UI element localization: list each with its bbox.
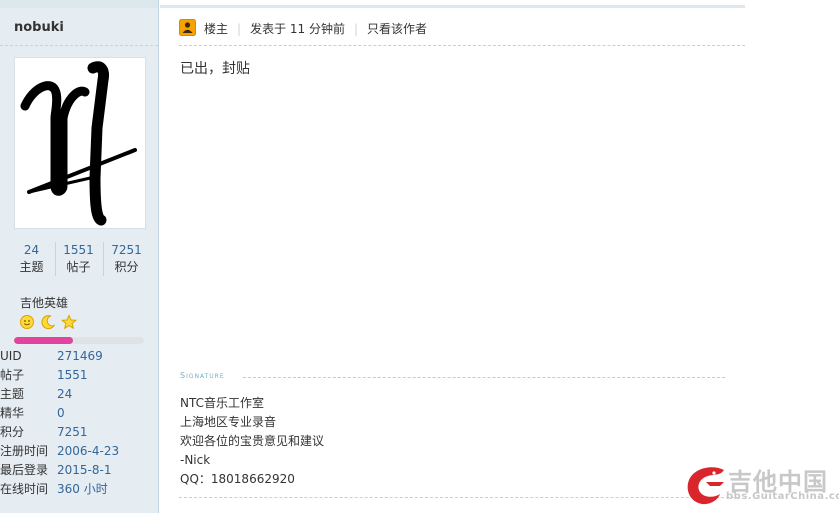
stat-label: 主题 bbox=[19, 260, 44, 274]
level-progress-fill bbox=[14, 337, 73, 344]
site-watermark: 吉他中国 bbs.GuitarChina.com bbox=[684, 462, 839, 506]
stat-threads[interactable]: 24 主题 bbox=[8, 242, 55, 276]
star-icon bbox=[60, 314, 77, 330]
profile-info-key: 在线时间 bbox=[0, 482, 49, 496]
user-stats: 24 主题 1551 帖子 7251 积分 bbox=[8, 242, 150, 276]
signature-line: 上海地区专业录音 bbox=[180, 415, 277, 429]
only-author-link[interactable]: 只看该作者 bbox=[367, 22, 427, 36]
stat-value: 7251 bbox=[111, 243, 142, 257]
profile-info-row: 主题 24 bbox=[0, 385, 158, 404]
post-header: 楼主 | 发表于 11 分钟前 | 只看该作者 bbox=[179, 18, 745, 40]
profile-info-row: 在线时间 360 小时 bbox=[0, 480, 158, 499]
watermark-url: bbs.GuitarChina.com bbox=[726, 491, 839, 502]
profile-info-key: 积分 bbox=[0, 425, 25, 439]
divider bbox=[179, 497, 739, 498]
profile-info-value[interactable]: 0 bbox=[57, 404, 65, 423]
profile-info-key: 精华 bbox=[0, 406, 25, 420]
sidebar-top-strip bbox=[0, 0, 158, 8]
profile-info-value: 360 小时 bbox=[57, 482, 108, 496]
separator: | bbox=[353, 22, 359, 36]
stat-label: 帖子 bbox=[66, 260, 91, 274]
post-time: 发表于 11 分钟前 bbox=[250, 22, 345, 36]
profile-info-value[interactable]: 7251 bbox=[57, 423, 88, 442]
avatar[interactable] bbox=[14, 57, 146, 229]
avatar-image bbox=[20, 61, 137, 226]
username-link[interactable]: nobuki bbox=[14, 20, 64, 35]
profile-info-value[interactable]: 271469 bbox=[57, 347, 103, 366]
profile-info-row: 最后登录 2015-8-1 bbox=[0, 461, 158, 480]
stat-value: 24 bbox=[23, 243, 40, 257]
profile-info-list: UID 271469 帖子 1551 主题 24 精华 0 积分 7251 注册时间 2006-4-2… bbox=[0, 347, 158, 499]
stat-posts[interactable]: 1551 帖子 bbox=[55, 242, 102, 276]
thread-starter-icon bbox=[179, 19, 196, 36]
stat-credits[interactable]: 7251 积分 bbox=[103, 242, 150, 276]
profile-info-row: UID 271469 bbox=[0, 347, 158, 366]
profile-info-row: 精华 0 bbox=[0, 404, 158, 423]
profile-info-row: 帖子 1551 bbox=[0, 366, 158, 385]
profile-info-key: 帖子 bbox=[0, 368, 25, 382]
signature-line: -Nick bbox=[180, 453, 211, 467]
signature-line: 欢迎各位的宝贵意见和建议 bbox=[180, 434, 325, 448]
dragon-logo-icon bbox=[687, 467, 724, 505]
signature-line: NTC音乐工作室 bbox=[180, 396, 264, 410]
user-profile-sidebar: nobuki 24 主题 1551 帖子 7251 积分 吉他英雄 UID 27… bbox=[0, 0, 159, 513]
profile-info-row: 积分 7251 bbox=[0, 423, 158, 442]
signature-divider bbox=[243, 377, 725, 378]
profile-info-value: 2006-4-23 bbox=[57, 444, 120, 458]
divider bbox=[179, 45, 745, 46]
moon-icon bbox=[41, 315, 55, 330]
post-meta: 楼主 | 发表于 11 分钟前 | 只看该作者 bbox=[204, 21, 427, 37]
stat-value: 1551 bbox=[63, 243, 94, 257]
profile-info-key: UID bbox=[0, 349, 22, 363]
separator: | bbox=[237, 22, 242, 36]
profile-info-row: 注册时间 2006-4-23 bbox=[0, 442, 158, 461]
level-progress-bar bbox=[14, 337, 144, 344]
profile-info-key: 最后登录 bbox=[0, 463, 49, 477]
rank-icons bbox=[19, 314, 78, 332]
profile-info-value[interactable]: 24 bbox=[57, 385, 72, 404]
profile-info-key: 主题 bbox=[0, 387, 25, 401]
author-role: 楼主 bbox=[204, 22, 229, 36]
sun-icon bbox=[20, 315, 34, 329]
user-group-link[interactable]: 吉他英雄 bbox=[20, 294, 68, 311]
signature-label: Signature bbox=[180, 371, 225, 380]
stat-label: 积分 bbox=[114, 260, 139, 274]
post-top-bar bbox=[160, 5, 745, 8]
divider bbox=[0, 45, 158, 46]
signature: NTC音乐工作室 上海地区专业录音 欢迎各位的宝贵意见和建议 -Nick QQ：… bbox=[180, 394, 324, 489]
profile-info-key: 注册时间 bbox=[0, 444, 49, 458]
post-content: 已出，封贴 bbox=[180, 61, 250, 77]
profile-info-value: 2015-8-1 bbox=[57, 463, 112, 477]
profile-info-value[interactable]: 1551 bbox=[57, 366, 88, 385]
signature-line: QQ：18018662920 bbox=[180, 472, 295, 486]
